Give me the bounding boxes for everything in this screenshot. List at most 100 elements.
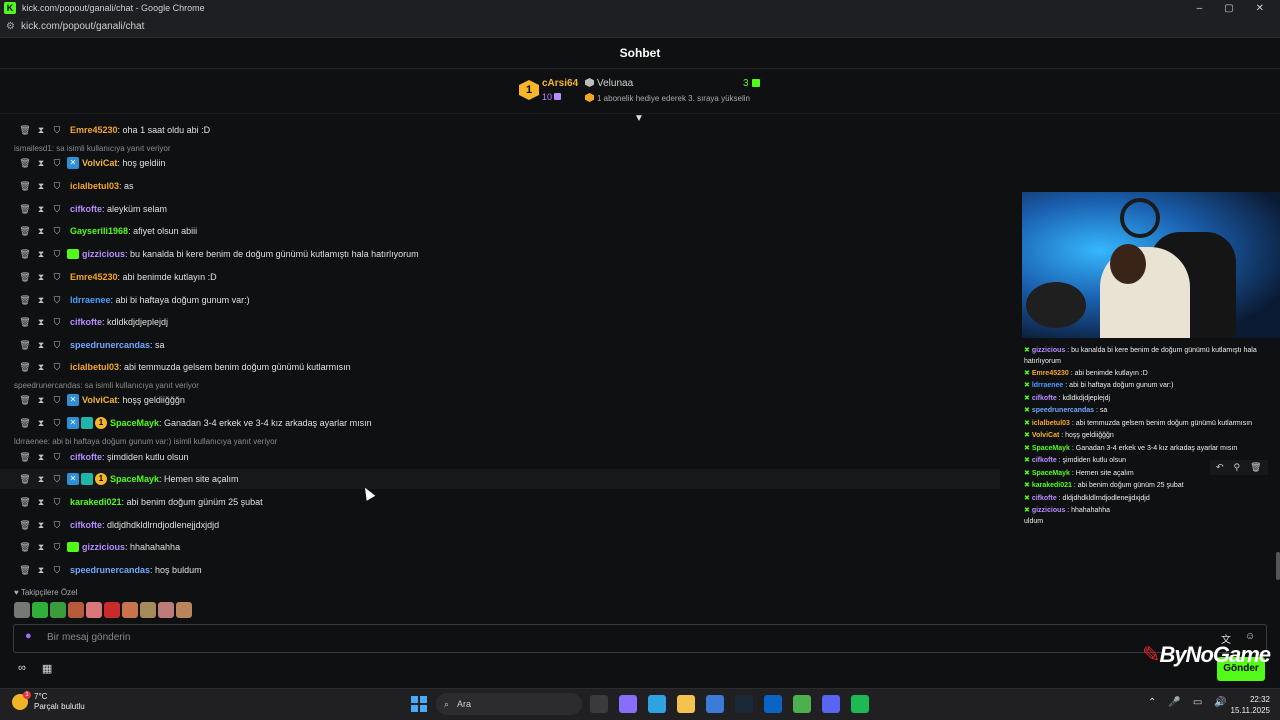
timeout-icon[interactable]: ⧗	[33, 125, 49, 136]
mic-icon[interactable]: ●	[25, 630, 35, 644]
pin-icon[interactable]: ⚲	[1234, 462, 1241, 473]
chat-username[interactable]: VolviCat	[82, 395, 117, 405]
chat-username[interactable]: speedrunercandas	[70, 340, 150, 350]
chat-input-placeholder[interactable]: Bir mesaj gönderin	[47, 632, 130, 643]
shield-icon[interactable]: ⛉	[49, 340, 65, 351]
shield-icon[interactable]: ⛉	[49, 249, 65, 260]
emote-icon[interactable]	[176, 602, 192, 618]
discord-icon[interactable]	[822, 695, 840, 713]
shield-icon[interactable]: ⛉	[49, 226, 65, 237]
chat-username[interactable]: Gayserili1968	[70, 226, 128, 236]
chat-message[interactable]: 🗑 ⧗ ⛉ speedrunercandas: hoş buldum	[0, 560, 201, 580]
emote-icon[interactable]	[32, 602, 48, 618]
chat-username[interactable]: karakedi021	[70, 497, 122, 507]
trash-icon[interactable]: 🗑	[17, 418, 33, 429]
shield-icon[interactable]: ⛉	[49, 474, 65, 485]
edge-icon[interactable]	[648, 695, 666, 713]
steam-icon[interactable]	[735, 695, 753, 713]
site-settings-icon[interactable]: ⚙	[6, 21, 15, 32]
timeout-icon[interactable]: ⧗	[33, 520, 49, 531]
shield-icon[interactable]: ⛉	[49, 125, 65, 136]
timeout-icon[interactable]: ⧗	[33, 272, 49, 283]
shield-icon[interactable]: ⛉	[49, 565, 65, 576]
trash-icon[interactable]: 🗑	[17, 452, 33, 463]
timeout-icon[interactable]: ⧗	[33, 204, 49, 215]
chat-message[interactable]: 🗑 ⧗ ⛉ karakedi021: abi benim doğum günüm 25…	[0, 492, 262, 512]
chat-message[interactable]: 🗑 ⧗ ⛉ iclalbetul03: as	[0, 176, 133, 196]
trash-icon[interactable]: 🗑	[1250, 462, 1261, 473]
timeout-icon[interactable]: ⧗	[33, 395, 49, 406]
trash-icon[interactable]: 🗑	[17, 181, 33, 192]
chat-username[interactable]: cifkofte	[70, 317, 102, 327]
shield-icon[interactable]: ⛉	[49, 317, 65, 328]
maximize-button[interactable]: ▢	[1224, 3, 1233, 14]
timeout-icon[interactable]: ⧗	[33, 249, 49, 260]
chat-input[interactable]	[13, 624, 1267, 653]
trash-icon[interactable]: 🗑	[17, 125, 33, 136]
timeout-icon[interactable]: ⧗	[33, 317, 49, 328]
taskbar-search[interactable]: ⌕ Ara	[436, 693, 582, 715]
chat-username[interactable]: gizzicious	[82, 249, 125, 259]
trash-icon[interactable]: 🗑	[17, 520, 33, 531]
start-button[interactable]	[411, 696, 427, 712]
emote-icon[interactable]	[50, 602, 66, 618]
volume-icon[interactable]: 🔊	[1214, 697, 1226, 708]
shield-icon[interactable]: ⛉	[49, 542, 65, 553]
timeout-icon[interactable]: ⧗	[33, 362, 49, 373]
trash-icon[interactable]: 🗑	[17, 395, 33, 406]
trash-icon[interactable]: 🗑	[17, 340, 33, 351]
emote-icon[interactable]	[158, 602, 174, 618]
minimize-button[interactable]: –	[1197, 3, 1203, 14]
trash-icon[interactable]: 🗑	[17, 272, 33, 283]
store-icon[interactable]	[706, 695, 724, 713]
chat-message[interactable]: 🗑 ⧗ ⛉ gizzicious: hhahahahha	[0, 537, 180, 557]
chat-username[interactable]: speedrunercandas	[70, 565, 150, 575]
trash-icon[interactable]: 🗑	[17, 497, 33, 508]
trash-icon[interactable]: 🗑	[17, 542, 33, 553]
chat-username[interactable]: gizzicious	[82, 542, 125, 552]
timeout-icon[interactable]: ⧗	[33, 418, 49, 429]
task-view-icon[interactable]	[590, 695, 608, 713]
chat-message[interactable]: 🗑 ⧗ ⛉ Emre45230: abi benimde kutlayın :D	[0, 267, 216, 287]
file-explorer-icon[interactable]	[677, 695, 695, 713]
shield-icon[interactable]: ⛉	[49, 418, 65, 429]
emote-icon[interactable]	[122, 602, 138, 618]
timeout-icon[interactable]: ⧗	[33, 340, 49, 351]
emote-icon[interactable]	[68, 602, 84, 618]
spotify-icon[interactable]	[851, 695, 869, 713]
trash-icon[interactable]: 🗑	[17, 474, 33, 485]
chat-username[interactable]: Emre45230	[70, 125, 118, 135]
chat-message[interactable]: 🗑 ⧗ ⛉ cifkofte: dldjdhdkldlrndjodlenejjdxjd…	[0, 515, 219, 535]
trash-icon[interactable]: 🗑	[17, 249, 33, 260]
reply-icon[interactable]: ↶	[1216, 462, 1224, 473]
chat-message[interactable]: 🗑 ⧗ ⛉ ✕ VolviCat: hoşş geldiiğğğn	[0, 390, 185, 410]
trash-icon[interactable]: 🗑	[17, 226, 33, 237]
timeout-icon[interactable]: ⧗	[33, 226, 49, 237]
timeout-icon[interactable]: ⧗	[33, 158, 49, 169]
chat-username[interactable]: iclalbetul03	[70, 181, 119, 191]
scrollbar[interactable]	[1276, 552, 1280, 580]
shield-icon[interactable]: ⛉	[49, 272, 65, 283]
chat-message[interactable]: 🗑 ⧗ ⛉ ✕ 1 SpaceMayk: Ganadan 3-4 erkek ve 3-4…	[0, 413, 372, 433]
weather-widget[interactable]: 1 7°C Parçalı bulutlu	[12, 691, 85, 712]
chat-username[interactable]: Emre45230	[70, 272, 118, 282]
address-bar[interactable]: ⚙ kick.com/popout/ganali/chat	[0, 16, 1280, 38]
shield-icon[interactable]: ⛉	[49, 181, 65, 192]
chat-message[interactable]: 🗑 ⧗ ⛉ cifkofte: şimdiden kutlu olsun	[0, 447, 188, 467]
chrome-icon[interactable]	[793, 695, 811, 713]
timeout-icon[interactable]: ⧗	[33, 497, 49, 508]
chat-username[interactable]: cifkofte	[70, 452, 102, 462]
timeout-icon[interactable]: ⧗	[33, 452, 49, 463]
chat-message[interactable]: 🗑 ⧗ ⛉ cifkofte: kdldkdjdjeplejdj	[0, 312, 168, 332]
display-icon[interactable]: ▭	[1193, 697, 1202, 708]
chat-message[interactable]: 🗑 ⧗ ⛉ ✕ 1 SpaceMayk: Hemen site açalım	[0, 469, 1000, 489]
chat-message[interactable]: 🗑 ⧗ ⛉ Emre45230: oha 1 saat oldu abi :D	[0, 120, 210, 140]
trash-icon[interactable]: 🗑	[17, 565, 33, 576]
emote-icon[interactable]	[14, 602, 30, 618]
chat-message[interactable]: 🗑 ⧗ ⛉ gizzicious: bu kanalda bi kere benim …	[0, 244, 419, 264]
timeout-icon[interactable]: ⧗	[33, 181, 49, 192]
outlook-icon[interactable]	[764, 695, 782, 713]
leader-name[interactable]: cArsi64	[542, 78, 578, 89]
viewer-user[interactable]: Velunaa	[585, 78, 633, 89]
timeout-icon[interactable]: ⧗	[33, 295, 49, 306]
